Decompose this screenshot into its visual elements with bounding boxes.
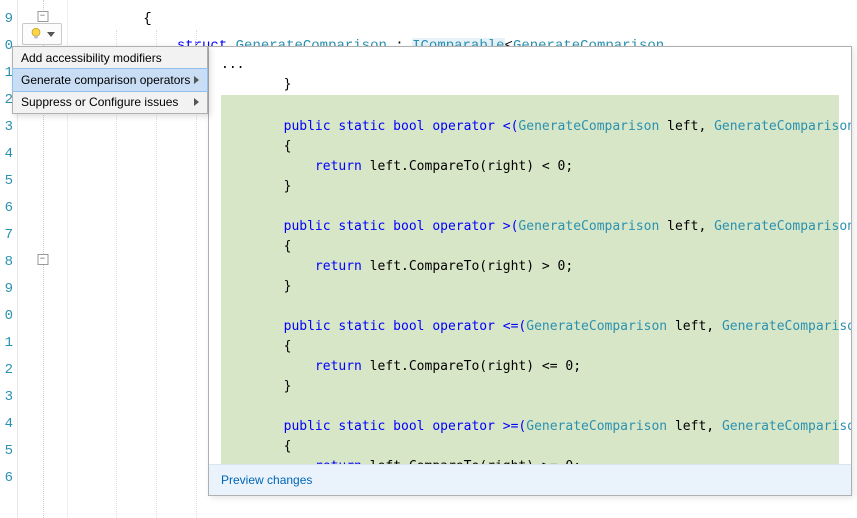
preview-line: }: [221, 75, 839, 95]
chevron-right-icon: [194, 98, 199, 106]
preview-line: {: [221, 137, 839, 157]
quick-actions-menu: Add accessibility modifiers Generate com…: [12, 46, 208, 114]
line-number: 4: [0, 141, 13, 168]
preview-line: public static bool operator <(: [221, 119, 518, 134]
menu-item-add-accessibility[interactable]: Add accessibility modifiers: [13, 47, 207, 69]
preview-code-area: ... } public static bool operator <(Gene…: [209, 47, 851, 464]
preview-line: }: [221, 277, 839, 297]
line-number: 3: [0, 384, 13, 411]
line-number: 2: [0, 357, 13, 384]
menu-item-generate-comparison[interactable]: Generate comparison operators: [12, 68, 208, 92]
code-preview-panel: ... } public static bool operator <(Gene…: [208, 46, 852, 496]
menu-item-label: Generate comparison operators: [21, 73, 190, 87]
chevron-right-icon: [194, 76, 199, 84]
line-number: 9: [0, 6, 13, 33]
preview-footer: Preview changes: [209, 464, 851, 495]
line-number: 6: [0, 465, 13, 492]
preview-line: ...: [221, 55, 839, 75]
preview-line: {: [221, 237, 839, 257]
lightbulb-icon: [29, 27, 43, 41]
line-number: 3: [0, 114, 13, 141]
quick-actions-button[interactable]: [22, 23, 62, 45]
preview-line: }: [221, 177, 839, 197]
menu-item-suppress-configure[interactable]: Suppress or Configure issues: [13, 91, 207, 113]
preview-line: public static bool operator >(: [221, 219, 518, 234]
line-number: 5: [0, 168, 13, 195]
line-number: 5: [0, 438, 13, 465]
line-number: 6: [0, 195, 13, 222]
line-number: 1: [0, 330, 13, 357]
preview-changes-link[interactable]: Preview changes: [221, 473, 312, 487]
line-number: 8: [0, 249, 13, 276]
fold-toggle[interactable]: −: [37, 11, 48, 22]
diff-added-block: public static bool operator <(GenerateCo…: [221, 95, 839, 464]
preview-line: public static bool operator <=(: [221, 319, 526, 334]
fold-toggle[interactable]: −: [37, 254, 48, 265]
menu-item-label: Suppress or Configure issues: [21, 95, 178, 109]
preview-line: {: [221, 337, 839, 357]
line-number: 9: [0, 276, 13, 303]
menu-item-label: Add accessibility modifiers: [21, 51, 162, 65]
preview-line: }: [221, 377, 839, 397]
line-number: 0: [0, 303, 13, 330]
chevron-down-icon: [47, 32, 55, 37]
preview-line: {: [221, 437, 839, 457]
preview-line: public static bool operator >=(: [221, 419, 526, 434]
code-text: {: [143, 11, 151, 27]
line-number: 4: [0, 411, 13, 438]
line-number: 7: [0, 222, 13, 249]
